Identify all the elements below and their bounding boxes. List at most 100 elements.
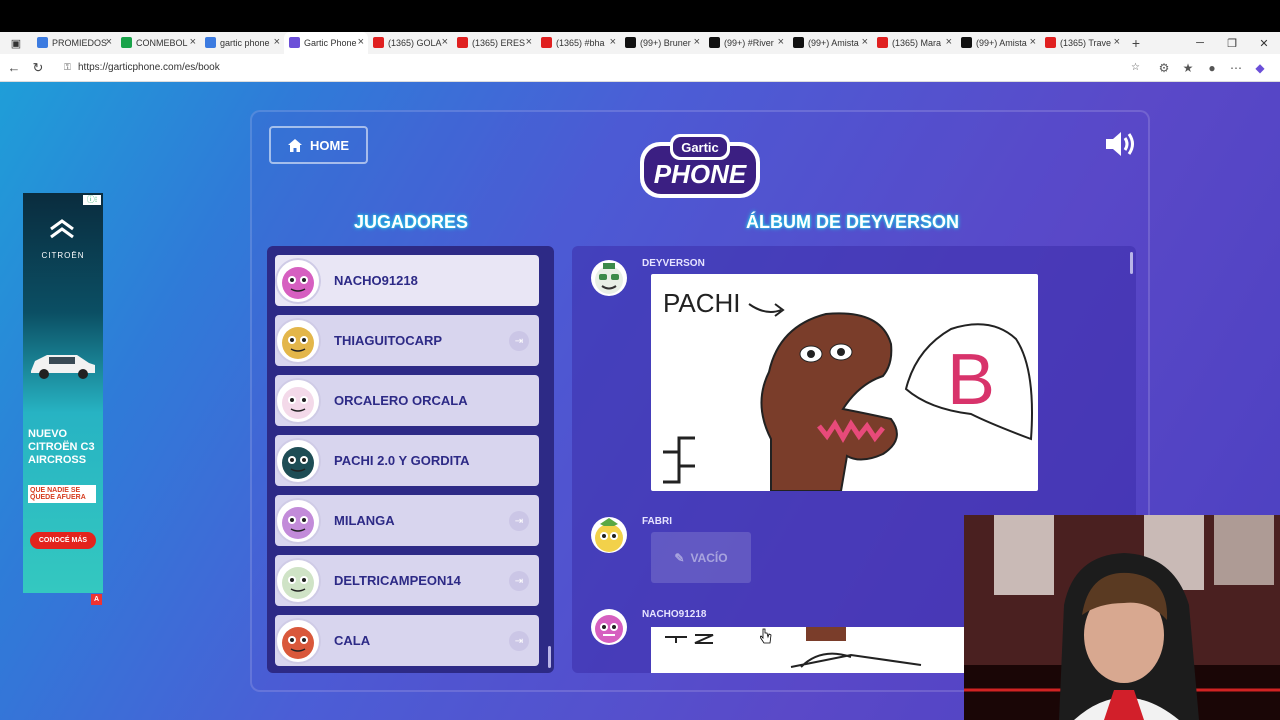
ad-choices-badge[interactable]: A bbox=[91, 594, 102, 605]
player-name: THIAGUITOCARP bbox=[334, 333, 443, 348]
tab-close-icon[interactable]: × bbox=[1030, 36, 1036, 48]
browser-tab[interactable]: CONMEBOL × bbox=[116, 32, 200, 54]
maximize-icon[interactable]: ❐ bbox=[1216, 37, 1248, 50]
logo-top-text: Gartic bbox=[681, 140, 719, 155]
speech-letter: B bbox=[947, 340, 995, 420]
tab-close-icon[interactable]: × bbox=[106, 36, 112, 48]
tab-close-icon[interactable]: × bbox=[778, 36, 784, 48]
reload-icon[interactable]: ↻ bbox=[26, 60, 50, 76]
player-row[interactable]: PACHI 2.0 Y GORDITA bbox=[275, 435, 539, 486]
tab-label: (99+) Amista bbox=[976, 38, 1027, 48]
tab-close-icon[interactable]: × bbox=[694, 36, 700, 48]
avatar bbox=[591, 517, 627, 553]
ad-tagline: QUE NADIE SE QUEDE AFUERA bbox=[28, 485, 96, 503]
browser-tab[interactable]: PROMIEDOS × bbox=[32, 32, 116, 54]
browser-tab[interactable]: gartic phone × bbox=[200, 32, 284, 54]
avatar bbox=[591, 260, 627, 296]
avatar bbox=[591, 609, 627, 645]
browser-tab[interactable]: (1365) Trave × bbox=[1040, 32, 1124, 54]
tab-close-icon[interactable]: × bbox=[946, 36, 952, 48]
browser-tab[interactable]: (1365) #bha × bbox=[536, 32, 620, 54]
gartic-phone-logo: Gartic PHONE bbox=[640, 134, 760, 198]
empty-label: VACÍO bbox=[690, 550, 728, 565]
mouse-cursor-icon bbox=[760, 628, 772, 644]
browser-tab[interactable]: (1365) ERES × bbox=[452, 32, 536, 54]
tab-favicon-icon bbox=[793, 37, 804, 48]
home-label: HOME bbox=[310, 137, 349, 153]
player-avatar bbox=[275, 437, 321, 484]
browser-toolbar: ⚙ ★ ● ⋯ ◆ bbox=[1152, 61, 1272, 75]
player-row[interactable]: THIAGUITOCARP ⇥ bbox=[275, 315, 539, 366]
album-entry-author: DEYVERSON bbox=[642, 258, 705, 269]
tab-actions-icon[interactable]: ▣ bbox=[0, 32, 32, 54]
player-name: CALA bbox=[334, 633, 371, 648]
site-info-icon[interactable]: ⚿ bbox=[64, 62, 78, 73]
favorites-icon[interactable]: ★ bbox=[1176, 61, 1200, 75]
players-list: NACHO91218 THIAGUITOCARP ⇥ ORCALERO ORCALA P… bbox=[267, 246, 554, 673]
bookmark-star-icon[interactable]: ☆ bbox=[1131, 62, 1140, 73]
url-text: https://garticphone.com/es/book bbox=[78, 62, 220, 73]
tab-favicon-icon bbox=[709, 37, 720, 48]
kick-player-icon[interactable]: ⇥ bbox=[509, 511, 529, 531]
profile-avatar[interactable]: ● bbox=[1200, 61, 1224, 75]
player-row[interactable]: MILANGA ⇥ bbox=[275, 495, 539, 546]
sound-icon[interactable] bbox=[1104, 130, 1138, 158]
tab-close-icon[interactable]: × bbox=[526, 36, 532, 48]
ad-info-icon[interactable]: ⓘ⁝ bbox=[83, 195, 101, 205]
tab-favicon-icon bbox=[541, 37, 552, 48]
tab-label: (1365) ERES bbox=[472, 38, 526, 48]
browser-tab[interactable]: (1365) GOLA × bbox=[368, 32, 452, 54]
kick-player-icon[interactable]: ⇥ bbox=[509, 331, 529, 351]
browser-tab[interactable]: (99+) #River × bbox=[704, 32, 788, 54]
window-controls: ─ ❐ ✕ bbox=[1184, 37, 1280, 50]
tab-favicon-icon bbox=[37, 37, 48, 48]
album-scrollbar[interactable] bbox=[1130, 252, 1133, 274]
browser-tab[interactable]: (99+) Amista × bbox=[956, 32, 1040, 54]
new-tab-button[interactable]: + bbox=[1124, 35, 1148, 51]
player-row[interactable]: CALA ⇥ bbox=[275, 615, 539, 666]
back-icon[interactable]: ← bbox=[2, 60, 26, 75]
browser-tab[interactable]: (1365) Mara × bbox=[872, 32, 956, 54]
browser-tab[interactable]: (99+) Bruner × bbox=[620, 32, 704, 54]
player-row[interactable]: DELTRICAMPEON14 ⇥ bbox=[275, 555, 539, 606]
tab-close-icon[interactable]: × bbox=[358, 36, 364, 48]
browser-tab[interactable]: Gartic Phone × bbox=[284, 32, 368, 54]
player-avatar bbox=[275, 257, 321, 304]
menu-icon[interactable]: ⋯ bbox=[1224, 61, 1248, 75]
ad-headline: NUEVO CITROËN C3 AIRCROSS bbox=[28, 428, 95, 466]
player-avatar bbox=[275, 497, 321, 544]
player-row[interactable]: ORCALERO ORCALA bbox=[275, 375, 539, 426]
close-window-icon[interactable]: ✕ bbox=[1248, 37, 1280, 50]
tab-label: (1365) Trave bbox=[1060, 38, 1112, 48]
player-avatar bbox=[275, 377, 321, 424]
kick-player-icon[interactable]: ⇥ bbox=[509, 571, 529, 591]
logo-bottom-text: PHONE bbox=[654, 159, 747, 189]
copilot-icon[interactable]: ◆ bbox=[1248, 61, 1272, 75]
album-drawing: PACHI B bbox=[651, 274, 1038, 491]
browser-tab[interactable]: (99+) Amista × bbox=[788, 32, 872, 54]
tab-label: (1365) Mara bbox=[892, 38, 942, 48]
address-bar: ← ↻ ⚿ https://garticphone.com/es/book ☆ … bbox=[0, 54, 1280, 82]
kick-player-icon[interactable]: ⇥ bbox=[509, 631, 529, 651]
empty-entry: ✎ VACÍO bbox=[651, 532, 751, 583]
tab-close-icon[interactable]: × bbox=[862, 36, 868, 48]
tab-favicon-icon bbox=[1045, 37, 1056, 48]
home-button[interactable]: HOME bbox=[269, 126, 368, 164]
tab-favicon-icon bbox=[961, 37, 972, 48]
tab-close-icon[interactable]: × bbox=[274, 36, 280, 48]
extension-icon[interactable]: ⚙ bbox=[1152, 61, 1176, 75]
pencil-icon: ✎ bbox=[674, 550, 685, 565]
minimize-icon[interactable]: ─ bbox=[1184, 37, 1216, 50]
url-field[interactable]: ⚿ https://garticphone.com/es/book ☆ bbox=[56, 56, 1146, 79]
album-title: ÁLBUM DE DEYVERSON bbox=[746, 212, 960, 232]
players-scrollbar[interactable] bbox=[548, 646, 551, 668]
tab-close-icon[interactable]: × bbox=[1114, 36, 1120, 48]
ad-cta-button[interactable]: CONOCÉ MÁS bbox=[30, 532, 96, 549]
tab-label: PROMIEDOS bbox=[52, 38, 108, 48]
citroen-ad[interactable]: ⓘ⁝ CITROËN NUEVO CITROËN C3 AIRCROSS QUE… bbox=[23, 193, 103, 593]
tab-close-icon[interactable]: × bbox=[190, 36, 196, 48]
tab-close-icon[interactable]: × bbox=[442, 36, 448, 48]
players-title: JUGADORES bbox=[354, 212, 469, 232]
tab-close-icon[interactable]: × bbox=[610, 36, 616, 48]
player-row[interactable]: NACHO91218 bbox=[275, 255, 539, 306]
